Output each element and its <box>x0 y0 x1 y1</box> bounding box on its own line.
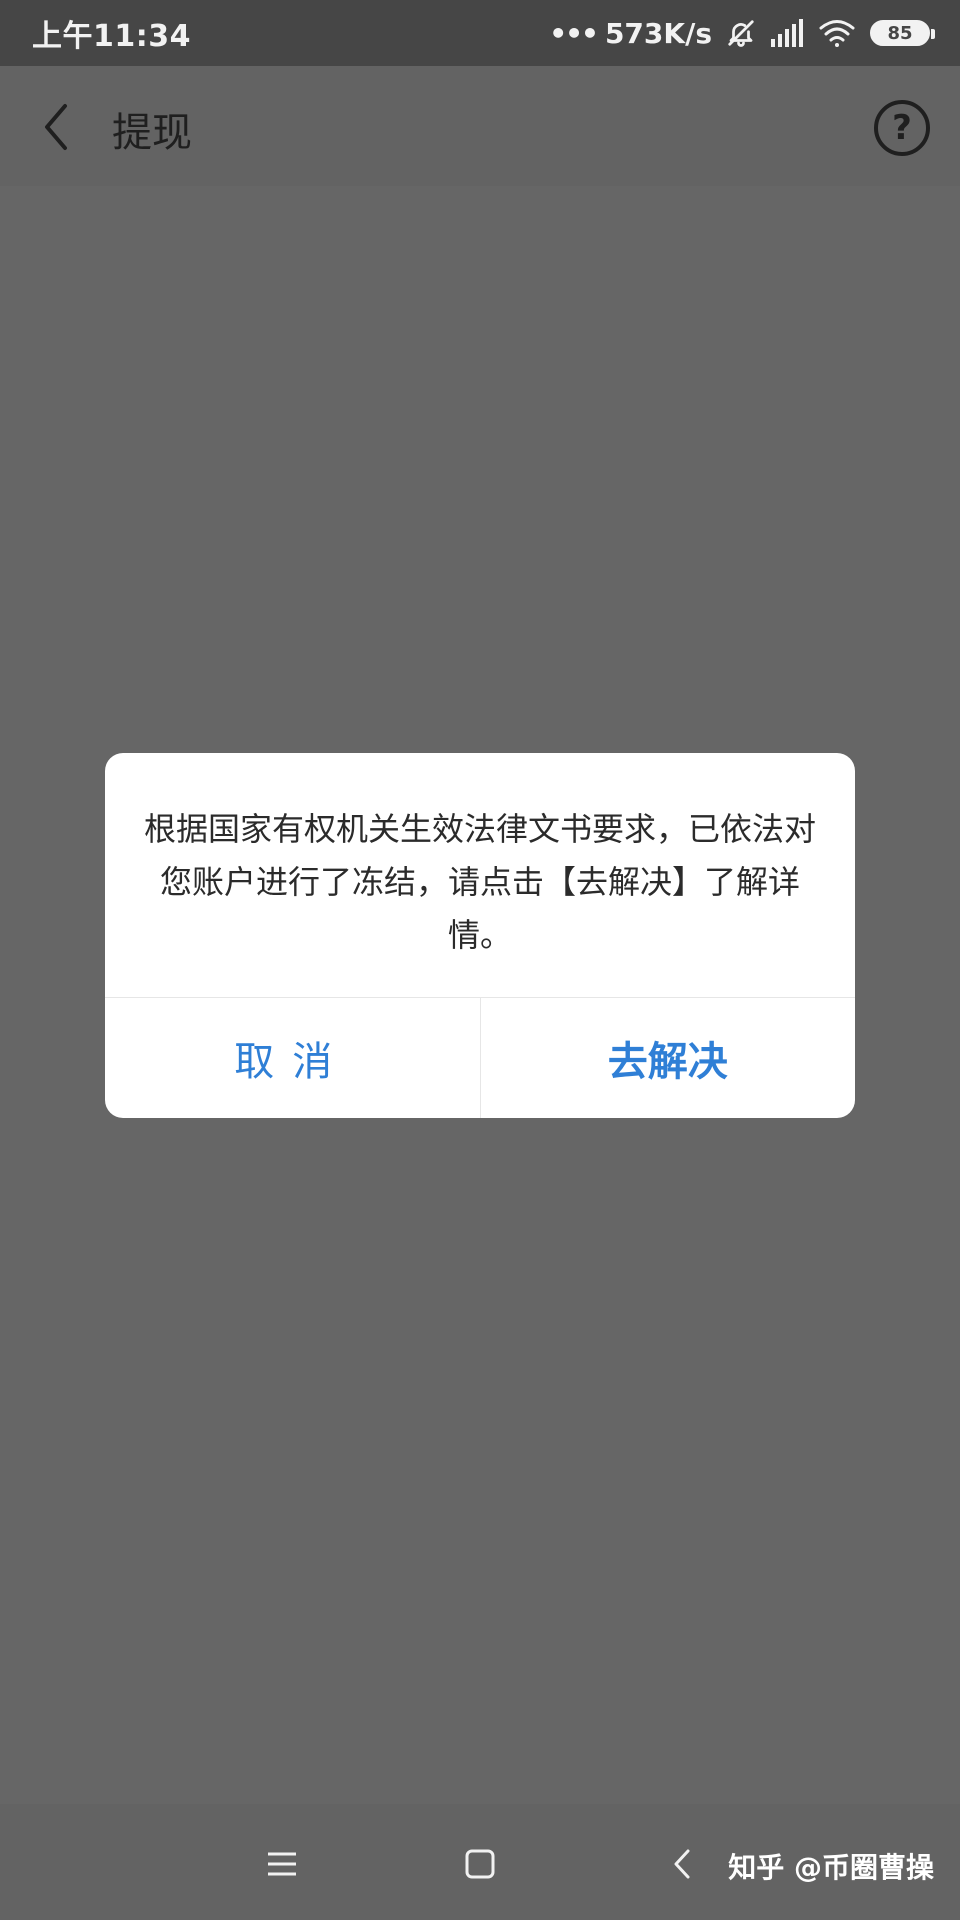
menu-button[interactable] <box>260 1842 304 1886</box>
status-time: 上午11:34 <box>32 19 191 54</box>
home-button[interactable] <box>458 1842 502 1886</box>
page-title: 提现 <box>112 110 192 156</box>
home-icon <box>465 1849 495 1879</box>
resolve-button[interactable]: 去解决 <box>481 998 856 1118</box>
battery-icon: 85 <box>870 20 935 46</box>
header: 提现 ? <box>0 66 960 186</box>
battery-level: 85 <box>887 22 913 44</box>
status-bar: 上午11:34 ••• 573K/s 85 <box>0 0 960 66</box>
dialog-message: 根据国家有权机关生效法律文书要求，已依法对您账户进行了冻结，请点击【去解决】了解… <box>143 810 816 954</box>
back-button[interactable] <box>36 100 76 154</box>
cancel-button[interactable]: 取消 <box>105 998 481 1118</box>
help-icon: ? <box>892 108 912 148</box>
wifi-icon <box>818 18 856 48</box>
network-speed: 573K/s <box>604 16 712 50</box>
signal-icon <box>770 19 804 47</box>
alert-dialog: 根据国家有权机关生效法律文书要求，已依法对您账户进行了冻结，请点击【去解决】了解… <box>105 753 855 1118</box>
back-arrow-icon <box>45 104 67 150</box>
status-dots: ••• <box>549 16 599 50</box>
screen: 上午11:34 ••• 573K/s 85 提现 ? 根据国家有权机关生效法律文… <box>0 0 960 1920</box>
help-button[interactable]: ? <box>874 100 930 156</box>
menu-icon <box>268 1852 296 1876</box>
system-back-button[interactable] <box>660 1842 704 1886</box>
watermark: 知乎 @币圈曹操 <box>728 1851 934 1884</box>
dialog-actions: 取消 去解决 <box>105 997 855 1118</box>
status-right: ••• 573K/s 85 <box>549 16 935 50</box>
bell-off-icon <box>726 18 756 48</box>
back-icon <box>674 1849 690 1879</box>
